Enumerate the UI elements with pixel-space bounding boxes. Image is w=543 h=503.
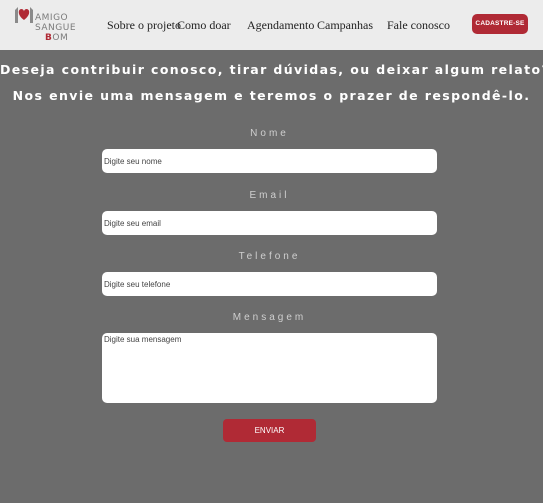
email-label: Email [249,190,290,201]
headline-line-1: Deseja contribuir conosco, tirar dúvidas… [0,62,543,77]
brand-line-3-rest: OM [52,33,69,43]
brand-line-3: BOM [35,33,76,43]
message-textarea[interactable] [102,333,437,403]
brand-wordmark: AMIGO SANGUE BOM [35,13,76,43]
nav-item-sobre-o-projeto[interactable]: Sobre o projeto [107,18,181,33]
site-header: AMIGO SANGUE BOM Sobre o projeto Como do… [0,0,543,50]
phone-label: Telefone [238,251,301,262]
nav-item-fale-conosco[interactable]: Fale conosco [387,18,450,33]
headline-line-2: Nos envie uma mensagem e teremos o praze… [12,88,531,103]
nav-item-campanhas[interactable]: Campanhas [317,18,373,33]
submit-button[interactable]: ENVIAR [223,419,316,442]
email-input[interactable] [102,211,437,235]
heart-hands-icon [15,7,33,23]
name-input[interactable] [102,149,437,173]
brand-line-1: AMIGO [35,13,69,23]
signup-button[interactable]: CADASTRE-SE [472,14,528,34]
brand-logo[interactable]: AMIGO SANGUE BOM [13,4,77,46]
nav-item-agendamento[interactable]: Agendamento [247,18,314,33]
phone-input[interactable] [102,272,437,296]
brand-line-2: SANGUE [35,23,77,33]
nav-item-como-doar[interactable]: Como doar [177,18,231,33]
name-label: Nome [250,128,289,139]
message-label: Mensagem [232,312,307,323]
